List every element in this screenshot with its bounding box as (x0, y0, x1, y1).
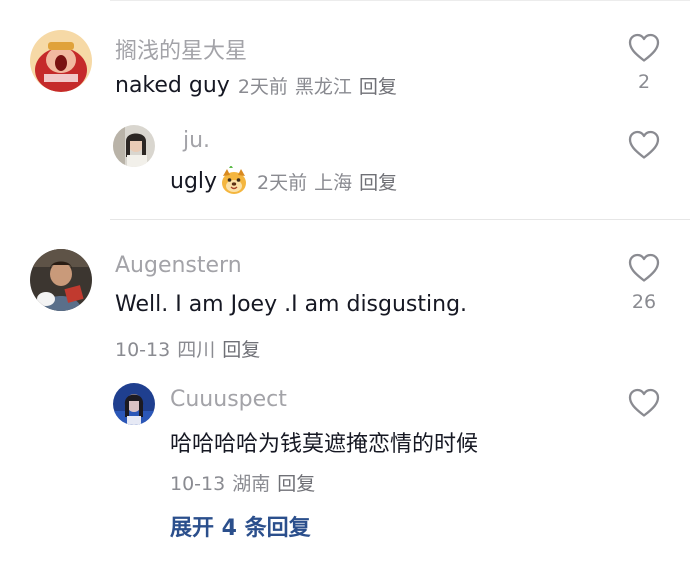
section-divider (110, 219, 690, 220)
comment-body: 哈哈哈哈为钱莫遮掩恋情的时候 (170, 432, 479, 457)
dog-face-emoji-icon (222, 166, 247, 194)
avatar[interactable] (113, 125, 155, 167)
expand-replies-link[interactable]: 展开 4 条回复 (170, 510, 311, 542)
reply-button[interactable]: 回复 (359, 172, 397, 194)
comment-text: ugly 2天前 上海 回复 (170, 166, 397, 196)
comment-location: 四川 (177, 339, 216, 361)
like-button[interactable] (624, 388, 664, 418)
top-divider (110, 0, 690, 1)
comment-time: 2天前 (237, 76, 288, 98)
comment-location: 上海 (314, 171, 353, 194)
reply-button[interactable]: 回复 (359, 76, 397, 98)
comment-meta: 10-13 四川 回复 (115, 335, 260, 362)
comment-body: naked guy (115, 73, 230, 98)
heart-outline-icon (628, 253, 660, 282)
comment-meta: 2天前 上海 回复 (257, 168, 397, 195)
comment-location: 黑龙江 (294, 76, 352, 98)
comment-meta: 2天前 黑龙江 回复 (238, 72, 397, 99)
comment-text: 哈哈哈哈为钱莫遮掩恋情的时候 (170, 426, 478, 458)
reply-button[interactable]: 回复 (277, 473, 315, 495)
like-button[interactable] (624, 130, 664, 160)
username[interactable]: Augenstern (115, 253, 242, 278)
comment-time: 10-13 (170, 473, 226, 495)
comment-body: Well. I am Joey .I am disgusting. (115, 292, 468, 317)
avatar[interactable] (30, 249, 92, 311)
like-count: 2 (637, 71, 651, 93)
comment-text: Well. I am Joey .I am disgusting. (115, 292, 467, 317)
like-button[interactable]: 26 (624, 253, 664, 313)
comment-body: ugly (170, 168, 218, 194)
comment-text: naked guy 2天前 黑龙江 回复 (115, 72, 397, 99)
heart-outline-icon (628, 130, 660, 159)
comment-meta: 10-13 湖南 回复 (170, 469, 315, 496)
avatar[interactable] (30, 30, 92, 92)
comment-location: 湖南 (232, 473, 271, 495)
like-count: 26 (631, 291, 657, 313)
username[interactable]: ju. (183, 128, 210, 153)
comment-time: 2天前 (257, 171, 308, 194)
reply-button[interactable]: 回复 (222, 339, 260, 361)
comment-time: 10-13 (115, 339, 171, 361)
username[interactable]: 搁浅的星大星 (115, 33, 247, 65)
heart-outline-icon (628, 33, 660, 62)
heart-outline-icon (628, 388, 660, 417)
avatar[interactable] (113, 383, 155, 425)
like-button[interactable]: 2 (624, 33, 664, 93)
username[interactable]: Cuuuspect (170, 387, 287, 412)
